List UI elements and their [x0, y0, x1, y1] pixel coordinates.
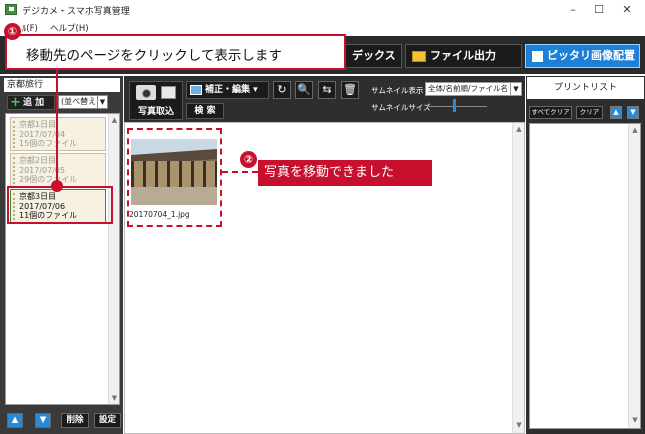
page-title: 京都1日目 — [19, 120, 57, 129]
search-button[interactable]: 検 索 — [186, 103, 224, 119]
add-page-button[interactable]: + 追 加 — [7, 95, 55, 110]
scroll-down-icon[interactable]: ▼ — [629, 416, 641, 424]
photo-folder-icon — [161, 86, 176, 99]
thumbnail-display-label: サムネイル表示 — [371, 86, 424, 95]
step2-callout: 写真を移動できました — [258, 160, 432, 186]
sort-label: (並べ替え) — [61, 97, 100, 106]
print-list-title: プリントリスト — [527, 77, 644, 99]
move-down-button[interactable]: ▼ — [35, 413, 51, 428]
step2-leader-line — [222, 171, 258, 173]
app-icon — [5, 4, 17, 15]
rotate-icon[interactable]: ↻ — [273, 81, 291, 99]
plus-icon: + — [10, 95, 21, 110]
index-button[interactable]: デックス — [345, 44, 402, 68]
thumbnail-size-label: サムネイルサイズ — [371, 103, 431, 112]
binder-icon — [13, 121, 15, 148]
page-list-actions: ▲ ▼ 削除 設定 — [5, 413, 123, 429]
thumbnail-size-track[interactable] — [427, 106, 487, 107]
print-down-button[interactable]: ▼ — [627, 106, 639, 119]
camera-icon — [136, 85, 156, 100]
scroll-down-icon[interactable]: ▼ — [109, 394, 120, 402]
minimize-button[interactable]: – — [562, 2, 584, 18]
print-list-scrollbar[interactable]: ▲ ▼ — [628, 124, 640, 428]
clear-all-button[interactable]: すべてクリア — [529, 106, 572, 119]
maximize-button[interactable]: ☐ — [588, 2, 610, 18]
print-list — [529, 123, 641, 429]
zoom-icon[interactable]: 🔍 — [295, 81, 313, 99]
edit-correct-button[interactable]: 補正・編集 ▾ — [186, 81, 269, 99]
step1-text: 移動先のページをクリックして表示します — [26, 48, 282, 64]
title-bar: デジカメ・スマホ写真管理 – ☐ ✕ — [0, 0, 645, 20]
clear-button[interactable]: クリア — [576, 106, 603, 119]
page-list-scrollbar[interactable]: ▲ ▼ — [108, 114, 119, 404]
binder-icon — [13, 157, 15, 184]
delete-button[interactable]: 削除 — [61, 413, 89, 428]
folder-icon — [412, 50, 426, 62]
step1-leader-line — [56, 70, 58, 186]
fit-layout-label: ピッタリ画像配置 — [547, 49, 635, 62]
step1-badge: ① — [4, 23, 21, 40]
album-name: 京都旅行 — [4, 78, 120, 92]
image-edit-icon — [190, 85, 202, 95]
chevron-down-icon[interactable]: ▼ — [510, 83, 521, 95]
menu-bar: ﾙ(F) ヘルプ(H) — [0, 20, 645, 35]
moved-photo-highlight — [127, 128, 222, 227]
page-list: 京都1日目 2017/07/04 15個のファイル 京都2日目 2017/07/… — [5, 113, 120, 405]
window-title: デジカメ・スマホ写真管理 — [22, 7, 130, 17]
close-button[interactable]: ✕ — [616, 2, 638, 18]
scroll-up-icon[interactable]: ▲ — [513, 125, 525, 133]
file-export-label: ファイル出力 — [430, 49, 496, 62]
layout-icon — [532, 50, 543, 62]
selected-page-highlight — [7, 186, 113, 224]
thumbnail-size-slider[interactable] — [453, 99, 456, 112]
menu-help[interactable]: ヘルプ(H) — [50, 22, 89, 34]
page-date: 2017/07/05 — [19, 165, 66, 175]
settings-button[interactable]: 設定 — [94, 413, 121, 428]
photo-grid-scrollbar[interactable]: ▲ ▼ — [512, 123, 524, 433]
page-card-day1[interactable]: 京都1日目 2017/07/04 15個のファイル — [10, 117, 106, 151]
fit-layout-button[interactable]: ピッタリ画像配置 — [525, 44, 640, 68]
menu-file[interactable]: ﾙ(F) — [22, 22, 38, 34]
edit-label: 補正・編集 — [205, 85, 251, 95]
click-point-marker — [51, 180, 63, 192]
chevron-down-icon[interactable]: ▼ — [97, 96, 107, 108]
step2-badge: ② — [240, 151, 257, 168]
import-photos-button[interactable]: 写真取込 — [129, 81, 183, 120]
add-label: 追 加 — [23, 98, 45, 108]
page-date: 2017/07/04 — [19, 129, 66, 139]
import-label: 写真取込 — [137, 107, 174, 117]
index-label: デックス — [352, 49, 396, 62]
swap-icon[interactable]: ⇆ — [318, 81, 336, 99]
thumbnail-display-value: 全体/名前順/ファイル名 — [428, 84, 509, 93]
print-up-button[interactable]: ▲ — [610, 106, 622, 119]
trash-icon[interactable]: 🗑 — [341, 81, 359, 99]
file-export-button[interactable]: ファイル出力 — [405, 44, 522, 68]
scroll-up-icon[interactable]: ▲ — [629, 126, 641, 134]
page-title: 京都2日目 — [19, 156, 57, 165]
page-count: 15個のファイル — [19, 139, 78, 148]
move-up-button[interactable]: ▲ — [7, 413, 23, 428]
thumbnail-display-select[interactable]: 全体/名前順/ファイル名 — [425, 82, 522, 96]
app-window: デジカメ・スマホ写真管理 – ☐ ✕ ﾙ(F) ヘルプ(H) デックス ファイル… — [0, 0, 645, 434]
scroll-down-icon[interactable]: ▼ — [513, 421, 525, 429]
scroll-up-icon[interactable]: ▲ — [109, 116, 120, 124]
